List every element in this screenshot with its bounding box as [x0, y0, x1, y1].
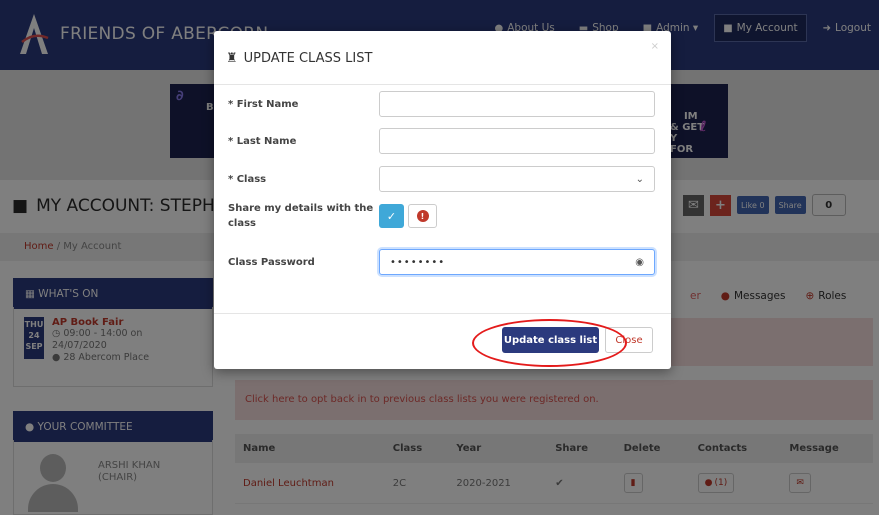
class-password-field[interactable]: •••••••• ◉: [379, 249, 655, 275]
first-name-label: * First Name: [228, 98, 299, 110]
password-row: Class Password •••••••• ◉: [228, 249, 655, 275]
modal-title: ♜ UPDATE CLASS LIST: [226, 51, 659, 66]
last-name-label: * Last Name: [228, 135, 297, 147]
share-label: Share my details with the class: [228, 203, 374, 229]
share-no-toggle[interactable]: !: [408, 204, 437, 228]
update-class-list-modal: ♜ UPDATE CLASS LIST × * First Name * Las…: [214, 31, 671, 369]
check-icon: ✓: [386, 209, 397, 223]
last-name-field[interactable]: [379, 128, 655, 154]
password-value: ••••••••: [390, 256, 446, 268]
eye-icon[interactable]: ◉: [635, 257, 644, 268]
modal-close-x[interactable]: ×: [651, 41, 659, 52]
modal-title-text: UPDATE CLASS LIST: [243, 51, 373, 66]
class-select[interactable]: ⌄: [379, 166, 655, 192]
first-name-field[interactable]: [379, 91, 655, 117]
trophy-icon: ♜: [226, 51, 238, 66]
chevron-down-icon: ⌄: [635, 173, 644, 185]
share-row: Share my details with the class ✓ !: [228, 201, 437, 231]
first-name-row: * First Name: [228, 91, 655, 117]
modal-header: ♜ UPDATE CLASS LIST ×: [214, 31, 671, 85]
password-label: Class Password: [228, 256, 315, 268]
class-row: * Class ⌄: [228, 166, 655, 192]
annotation-circle: [472, 319, 627, 367]
alert-icon: !: [416, 210, 429, 222]
class-label: * Class: [228, 173, 267, 185]
share-yes-toggle[interactable]: ✓: [379, 204, 404, 228]
last-name-row: * Last Name: [228, 128, 655, 154]
